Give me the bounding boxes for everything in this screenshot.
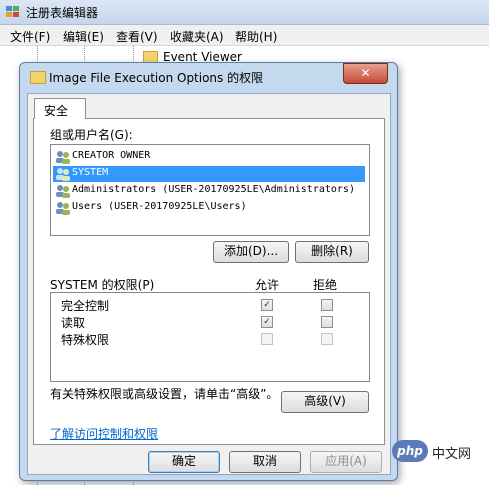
user-name: SYSTEM bbox=[72, 167, 109, 178]
close-button[interactable]: ✕ bbox=[343, 63, 388, 84]
tab-security[interactable]: 安全 bbox=[34, 98, 86, 119]
user-row-administrators[interactable]: Administrators (USER-20170925LE\Administ… bbox=[53, 183, 365, 199]
user-row-system[interactable]: SYSTEM bbox=[53, 166, 365, 182]
permission-label: 完全控制 bbox=[61, 299, 110, 313]
permissions-list: 完全控制 ✓ 读取 ✓ 特殊权限 bbox=[50, 292, 370, 382]
deny-column-header: 拒绝 bbox=[313, 278, 338, 292]
background-titlebar: 注册表编辑器 bbox=[0, 0, 489, 25]
group-users-label: 组或用户名(G): bbox=[50, 128, 133, 142]
advanced-button[interactable]: 高级(V) bbox=[281, 391, 369, 413]
add-button[interactable]: 添加(D)... bbox=[213, 241, 289, 263]
user-group-icon bbox=[56, 202, 70, 215]
user-list[interactable]: CREATOR OWNER SYSTEM Administrators (USE… bbox=[50, 144, 370, 236]
permissions-dialog: Image File Execution Options 的权限 ✕ 安全 组或… bbox=[19, 62, 398, 481]
deny-checkbox-read[interactable] bbox=[321, 316, 333, 328]
help-link[interactable]: 了解访问控制和权限 bbox=[50, 425, 158, 442]
dialog-client-area: 安全 组或用户名(G): CREATOR OWNER SYSTEM Admini… bbox=[27, 93, 391, 475]
permission-label: 读取 bbox=[61, 316, 86, 330]
remove-button[interactable]: 删除(R) bbox=[295, 241, 369, 263]
background-menubar: 文件(F) 编辑(E) 查看(V) 收藏夹(A) 帮助(H) bbox=[0, 25, 489, 46]
advanced-info-text: 有关特殊权限或高级设置，请单击“高级”。 bbox=[50, 387, 279, 401]
user-name: Administrators (USER-20170925LE\Administ… bbox=[72, 184, 355, 195]
user-name: Users (USER-20170925LE\Users) bbox=[72, 201, 247, 212]
user-row-users[interactable]: Users (USER-20170925LE\Users) bbox=[53, 200, 365, 216]
user-name: CREATOR OWNER bbox=[72, 150, 151, 161]
user-group-icon bbox=[56, 151, 70, 164]
deny-checkbox-full-control[interactable] bbox=[321, 299, 333, 311]
watermark: php 中文网 bbox=[392, 440, 485, 464]
menu-file[interactable]: 文件(F) bbox=[10, 28, 50, 45]
menu-edit[interactable]: 编辑(E) bbox=[63, 28, 104, 45]
background-window-title: 注册表编辑器 bbox=[26, 6, 99, 20]
security-tab-panel: 组或用户名(G): CREATOR OWNER SYSTEM Administr… bbox=[33, 118, 385, 445]
user-group-icon bbox=[56, 168, 70, 181]
allow-checkbox-full-control[interactable]: ✓ bbox=[261, 299, 273, 311]
cancel-button[interactable]: 取消 bbox=[229, 451, 301, 473]
folder-icon bbox=[30, 71, 46, 84]
apply-button: 应用(A) bbox=[310, 451, 382, 473]
registry-editor-icon bbox=[6, 6, 19, 17]
allow-checkbox-read[interactable]: ✓ bbox=[261, 316, 273, 328]
permissions-header: SYSTEM 的权限(P) bbox=[50, 278, 155, 292]
allow-column-header: 允许 bbox=[255, 278, 280, 292]
user-group-icon bbox=[56, 185, 70, 198]
watermark-logo: php bbox=[392, 440, 428, 462]
menu-help[interactable]: 帮助(H) bbox=[235, 28, 277, 45]
allow-checkbox-special bbox=[261, 333, 273, 345]
permission-label: 特殊权限 bbox=[61, 333, 110, 347]
ok-button[interactable]: 确定 bbox=[148, 451, 220, 473]
menu-view[interactable]: 查看(V) bbox=[116, 28, 158, 45]
tab-security-label: 安全 bbox=[44, 104, 69, 118]
menu-favorites[interactable]: 收藏夹(A) bbox=[170, 28, 224, 45]
dialog-title: Image File Execution Options 的权限 bbox=[49, 71, 264, 85]
deny-checkbox-special bbox=[321, 333, 333, 345]
watermark-text: 中文网 bbox=[432, 447, 472, 462]
user-row-creator-owner[interactable]: CREATOR OWNER bbox=[53, 149, 365, 165]
